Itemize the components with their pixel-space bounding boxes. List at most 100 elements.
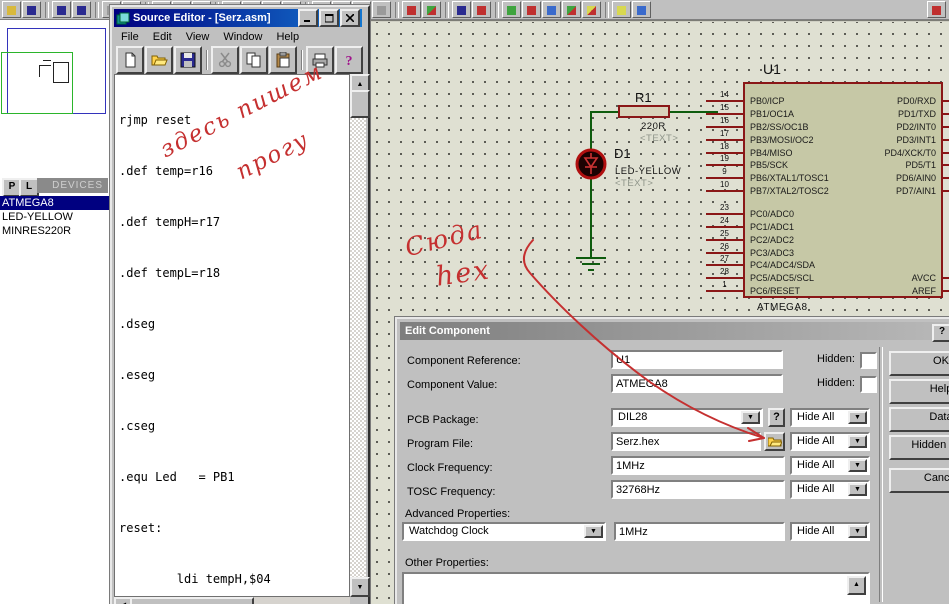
program-file-field[interactable] (611, 432, 761, 451)
previous-icon[interactable] (542, 1, 561, 18)
clock-frequency-field[interactable] (611, 456, 785, 475)
tosc-frequency-input[interactable] (613, 482, 783, 497)
component-reference-field[interactable] (611, 350, 783, 369)
component-value-field[interactable] (611, 374, 783, 393)
chevron-down-icon[interactable]: ▼ (848, 411, 867, 424)
ok-button[interactable]: OK (889, 351, 949, 376)
program-file-input[interactable] (613, 434, 759, 449)
pin-label: PC0/ADC0 (750, 208, 794, 220)
close-icon[interactable] (340, 9, 360, 27)
chevron-down-icon[interactable]: ▼ (848, 459, 867, 472)
electrical-check-icon[interactable] (632, 1, 651, 18)
new-file-icon[interactable] (116, 46, 144, 74)
clock-frequency-input[interactable] (613, 458, 783, 473)
print-icon[interactable] (306, 46, 334, 74)
delete-object-icon[interactable] (522, 1, 541, 18)
save-file-icon[interactable] (174, 46, 202, 74)
package-help-button[interactable]: ? (768, 408, 785, 427)
hide-all-value: Hide All (794, 525, 851, 538)
tosc-frequency-field[interactable] (611, 480, 785, 499)
maximize-icon[interactable] (319, 9, 339, 27)
menu-window[interactable]: Window (216, 28, 269, 46)
export-section-icon[interactable] (72, 1, 91, 18)
schematic-overview[interactable] (0, 22, 108, 172)
pin-number: 16 (706, 116, 743, 128)
component-reference-input[interactable] (613, 352, 781, 367)
code-line: rjmp reset (119, 112, 349, 129)
false-origin-icon[interactable] (472, 1, 491, 18)
save-design-icon[interactable] (22, 1, 41, 18)
ratsnest-icon[interactable] (582, 1, 601, 18)
chip-pin-row: PD6/AIN0 (745, 172, 941, 184)
dialog-help-icon[interactable]: ? (932, 324, 949, 342)
chevron-down-icon[interactable]: ▼ (848, 483, 867, 496)
other-properties-textarea[interactable]: ▲ (402, 572, 870, 604)
hidden-pins-button[interactable]: Hidden Pins (889, 435, 949, 460)
horizontal-scrollbar[interactable]: ◀ (114, 597, 350, 604)
pin-stub (941, 126, 949, 128)
menu-edit[interactable]: Edit (146, 28, 179, 46)
pin-label: PD7/AIN1 (896, 185, 936, 197)
new-object-icon[interactable] (502, 1, 521, 18)
led-d1[interactable] (574, 147, 608, 181)
pin-number: 1 (706, 280, 743, 292)
source-editor-titlebar[interactable]: Source Editor - [Serz.asm] (114, 9, 362, 27)
dialog-titlebar[interactable]: Edit Component (400, 322, 948, 340)
chevron-down-icon[interactable]: ▼ (741, 411, 760, 424)
menu-help[interactable]: Help (269, 28, 306, 46)
open-design-icon[interactable] (2, 1, 21, 18)
zoom-area-icon[interactable] (372, 1, 391, 18)
route-icon[interactable] (562, 1, 581, 18)
component-value-input[interactable] (613, 376, 781, 391)
advanced-value-field[interactable] (614, 522, 785, 541)
browse-file-button[interactable] (764, 432, 785, 451)
copy-icon[interactable] (240, 46, 268, 74)
netlist-icon[interactable] (927, 1, 946, 18)
device-list-item[interactable]: ATMEGA8 (0, 196, 110, 210)
paste-icon[interactable] (269, 46, 297, 74)
cancel-button[interactable]: Cancel (889, 468, 949, 493)
chevron-down-icon[interactable]: ▼ (584, 525, 603, 538)
resistor-r1[interactable] (618, 105, 670, 118)
menu-file[interactable]: File (114, 28, 146, 46)
file-hide-combo[interactable]: Hide All ▼ (790, 432, 870, 451)
toolbar-separator (95, 2, 99, 18)
chip-atmega8[interactable]: 14PB0/ICP 15PB1/OC1A 16PB2/SS/OC1B 17PB3… (743, 82, 943, 298)
scroll-up-icon[interactable]: ▲ (847, 576, 866, 595)
library-manager-button[interactable]: L (19, 178, 39, 197)
dialog-divider (879, 347, 883, 602)
open-file-icon[interactable] (145, 46, 173, 74)
advanced-value-input[interactable] (616, 524, 783, 539)
package-hide-combo[interactable]: Hide All ▼ (790, 408, 870, 427)
scrollbar-thumb[interactable] (350, 90, 370, 118)
advanced-hide-combo[interactable]: Hide All ▼ (790, 522, 870, 541)
bill-of-materials-icon[interactable] (612, 1, 631, 18)
device-list-item[interactable]: MINRES220R (0, 224, 110, 238)
metric-icon[interactable] (452, 1, 471, 18)
scroll-down-icon[interactable]: ▼ (350, 577, 370, 597)
pin-stub (941, 139, 949, 141)
wire-autorouter-icon[interactable] (402, 1, 421, 18)
reference-hidden-checkbox[interactable] (860, 352, 877, 369)
value-hidden-checkbox[interactable] (860, 376, 877, 393)
search-tag-icon[interactable] (422, 1, 441, 18)
help-icon[interactable]: ? (335, 46, 363, 74)
scrollbar-thumb[interactable] (130, 597, 254, 604)
cut-icon[interactable] (211, 46, 239, 74)
clock-hide-combo[interactable]: Hide All ▼ (790, 456, 870, 475)
device-list-item[interactable]: LED-YELLOW (0, 210, 110, 224)
vertical-scrollbar[interactable]: ▲ ▼ (350, 74, 366, 597)
minimize-icon[interactable] (298, 9, 318, 27)
chevron-down-icon[interactable]: ▼ (848, 525, 867, 538)
pcb-package-combo[interactable]: DIL28 ▼ (611, 408, 763, 427)
data-button[interactable]: Data (889, 407, 949, 432)
import-section-icon[interactable] (52, 1, 71, 18)
chip-pin-row: PD7/AIN1 (745, 185, 941, 197)
chevron-down-icon[interactable]: ▼ (848, 435, 867, 448)
code-editor-area[interactable]: rjmp reset .def temp=r16 .def tempH=r17 … (114, 74, 350, 597)
help-button[interactable]: Help (889, 379, 949, 404)
pin-number: 27 (706, 254, 743, 266)
menu-view[interactable]: View (179, 28, 217, 46)
advanced-property-combo[interactable]: Watchdog Clock ▼ (402, 522, 606, 541)
tosc-hide-combo[interactable]: Hide All ▼ (790, 480, 870, 499)
